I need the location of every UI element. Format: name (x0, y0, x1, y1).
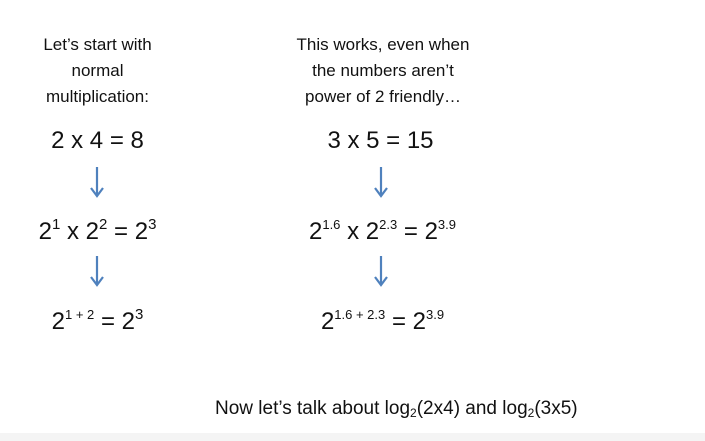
base: 2 (320, 308, 335, 335)
exponent: 3.9 (437, 217, 456, 232)
left-equation-3: 21 + 2 = 23 (0, 306, 195, 336)
down-arrow-icon (371, 252, 391, 290)
right-equation-2: 21.6 x 22.3 = 23.9 (270, 217, 495, 246)
bottom-edge (0, 433, 705, 441)
footer-mid: (2x4) and log (416, 398, 528, 419)
exponent: 3.9 (425, 307, 445, 322)
exponent: 1 (51, 216, 61, 233)
base: 2 (308, 218, 323, 245)
equals-sign: = (403, 218, 418, 245)
exponent: 2 (99, 216, 108, 233)
base: 2 (38, 218, 52, 245)
left-equation-1: 2 x 4 = 8 (51, 127, 144, 154)
exponent: 3 (148, 216, 157, 233)
left-intro-line: Let’s start with (43, 35, 152, 54)
down-arrow-icon (371, 163, 391, 201)
exponent: 1.6 + 2.3 (334, 307, 386, 322)
right-equation-3: 21.6 + 2.3 = 23.9 (270, 307, 495, 336)
base: 2 (365, 218, 380, 245)
exponent: 1 + 2 (65, 307, 95, 322)
equals-sign: = (391, 308, 406, 335)
times-sign: x (347, 218, 360, 245)
right-intro-text: This works, even when the numbers aren’t… (258, 32, 508, 110)
left-intro-line: multiplication: (46, 87, 149, 106)
right-intro-line: the numbers aren’t (312, 61, 454, 80)
equals-sign: = (100, 308, 115, 335)
right-intro-line: power of 2 friendly… (305, 87, 461, 106)
exponent: 1.6 (322, 217, 341, 232)
base: 2 (412, 308, 426, 335)
log-base: 2 (527, 406, 535, 420)
base: 2 (121, 308, 135, 335)
log-base: 2 (410, 406, 417, 420)
left-equation-2: 21 x 22 = 23 (0, 216, 195, 246)
base: 2 (51, 308, 65, 335)
footer-prefix: Now let’s talk about log (215, 398, 411, 419)
base: 2 (85, 218, 99, 245)
base: 2 (424, 218, 438, 245)
times-sign: x (66, 218, 79, 245)
right-equation-1: 3 x 5 = 15 (327, 127, 434, 154)
down-arrow-icon (87, 163, 107, 201)
footer-caption: Now let’s talk about log2(2x4) and log2(… (215, 398, 578, 420)
right-intro-line: This works, even when (296, 35, 470, 54)
exponent: 2.3 (379, 217, 398, 232)
equals-sign: = (114, 218, 129, 245)
exponent: 3 (135, 306, 144, 323)
footer-suffix: (3x5) (534, 398, 578, 419)
left-intro-line: normal (71, 61, 124, 80)
down-arrow-icon (87, 252, 107, 290)
base: 2 (134, 218, 149, 245)
left-intro-text: Let’s start with normal multiplication: (10, 32, 185, 110)
